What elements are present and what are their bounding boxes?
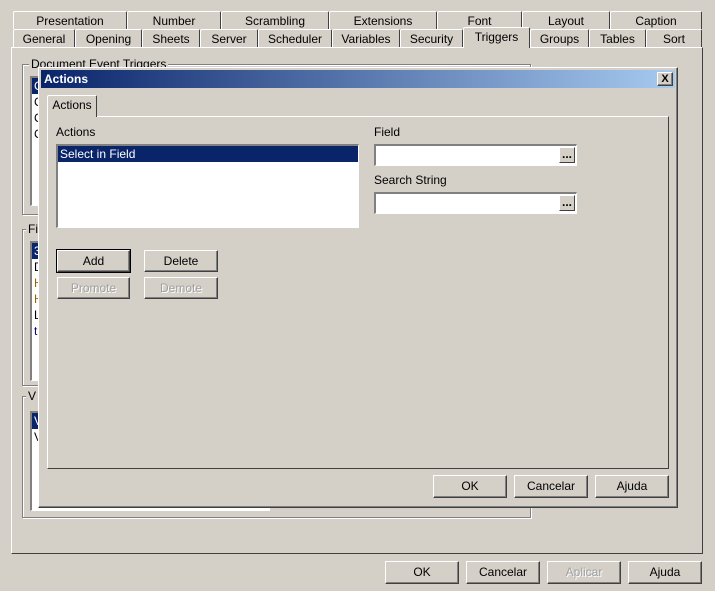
tab-security[interactable]: Security [400, 29, 463, 47]
tab-sheets[interactable]: Sheets [142, 29, 200, 47]
cancel-button[interactable]: Cancelar [466, 561, 540, 584]
list-item[interactable]: Select in Field [58, 146, 358, 162]
field-input[interactable]: ... [374, 144, 577, 166]
field-browse-button[interactable]: ... [559, 147, 575, 163]
tab-sort[interactable]: Sort [646, 29, 702, 47]
dialog-ok-button[interactable]: OK [433, 475, 507, 498]
actions-label: Actions [56, 125, 96, 139]
group-label: V [26, 389, 39, 403]
help-button[interactable]: Ajuda [628, 561, 702, 584]
tab-tables[interactable]: Tables [589, 29, 646, 47]
promote-button[interactable]: Promote [57, 277, 130, 299]
dialog-help-button[interactable]: Ajuda [595, 475, 669, 498]
tab-scrambling[interactable]: Scrambling [221, 11, 329, 29]
tab-groups[interactable]: Groups [530, 29, 589, 47]
tab-variables[interactable]: Variables [332, 29, 400, 47]
ok-button[interactable]: OK [385, 561, 459, 584]
tab-caption[interactable]: Caption [610, 11, 702, 29]
search-string-browse-button[interactable]: ... [559, 195, 575, 211]
add-button[interactable]: Add [56, 249, 131, 273]
tab-server[interactable]: Server [200, 29, 258, 47]
actions-list[interactable]: Select in Field [56, 144, 359, 228]
apply-button[interactable]: Aplicar [547, 561, 621, 584]
dialog-title: Actions [44, 72, 89, 86]
tab-presentation[interactable]: Presentation [13, 11, 127, 29]
delete-button[interactable]: Delete [144, 250, 218, 272]
tab-scheduler[interactable]: Scheduler [258, 29, 332, 47]
actions-dialog: Actions X Actions Actions Select in Fiel… [38, 67, 678, 508]
dialog-cancel-button[interactable]: Cancelar [514, 475, 588, 498]
tab-opening[interactable]: Opening [75, 29, 142, 47]
tab-extensions[interactable]: Extensions [329, 11, 437, 29]
actions-tab-panel: Actions Select in Field Field ... Search… [47, 116, 669, 469]
search-string-label: Search String [374, 173, 447, 187]
tab-general[interactable]: General [13, 29, 75, 47]
dialog-tab-actions[interactable]: Actions [47, 95, 97, 117]
tab-triggers[interactable]: Triggers [463, 27, 530, 48]
tab-number[interactable]: Number [127, 11, 221, 29]
tab-layout[interactable]: Layout [522, 11, 610, 29]
field-label: Field [374, 125, 401, 139]
search-string-input[interactable]: ... [374, 192, 577, 214]
tab-label: Actions [52, 98, 92, 112]
dialog-title-bar[interactable]: Actions X [41, 70, 675, 88]
close-icon[interactable]: X [657, 72, 673, 86]
demote-button[interactable]: Demote [144, 277, 218, 299]
